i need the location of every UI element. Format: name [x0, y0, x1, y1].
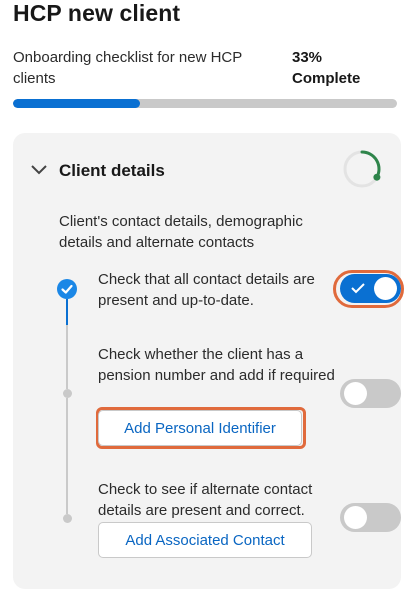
progress-ring [343, 150, 381, 188]
section-title[interactable]: Client details [59, 161, 165, 181]
step-1-text: Check that all contact details are prese… [98, 271, 315, 309]
progress-complete-label: Complete [292, 70, 361, 87]
progress-ring-dot [373, 173, 381, 181]
progress-ring-arc [360, 150, 381, 179]
toggle-knob [344, 382, 367, 405]
timeline-connector-active [66, 299, 68, 325]
section-description: Client's contact details, demographic de… [59, 213, 303, 251]
step-3-text: Check to see if alternate contact detail… [98, 481, 313, 519]
progress-bar-fill [13, 99, 140, 108]
step-pending-dot [63, 514, 72, 523]
add-associated-contact-button[interactable]: Add Associated Contact [98, 522, 312, 558]
add-personal-identifier-button[interactable]: Add Personal Identifier [98, 410, 302, 446]
timeline-connector [66, 398, 68, 514]
page-title: HCP new client [13, 0, 181, 26]
progress-percent: 33% Complete [292, 47, 360, 89]
toggle-knob [344, 506, 367, 529]
step-2-toggle[interactable] [340, 379, 401, 408]
progress-percent-value: 33% [292, 49, 323, 66]
checklist-subtitle: Onboarding checklist for new HCP clients [13, 49, 242, 87]
toggle-knob [374, 277, 397, 300]
step-pending-dot [63, 389, 72, 398]
step-3-toggle[interactable] [340, 503, 401, 532]
timeline-connector [66, 325, 68, 389]
step-complete-icon [57, 279, 77, 299]
step-1-toggle[interactable] [340, 274, 401, 303]
step-2-text: Check whether the client has a pension n… [98, 346, 335, 384]
chevron-down-icon[interactable] [30, 163, 48, 177]
progress-bar [13, 99, 397, 108]
checkmark-icon [351, 283, 365, 294]
